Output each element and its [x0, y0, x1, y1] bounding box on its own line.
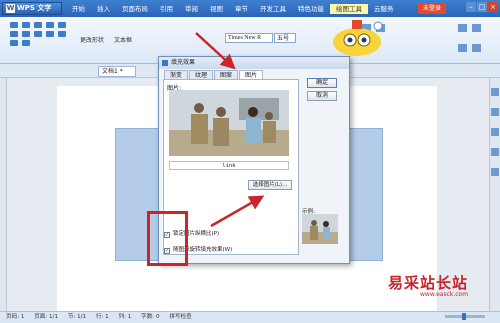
watermark-url: www.easck.com [420, 291, 469, 298]
arrow-to-select-button [210, 195, 265, 228]
highlight-box [147, 211, 188, 266]
watermark-text: 易采站长站 [388, 274, 469, 292]
arrow-to-picture-tab [195, 32, 236, 70]
